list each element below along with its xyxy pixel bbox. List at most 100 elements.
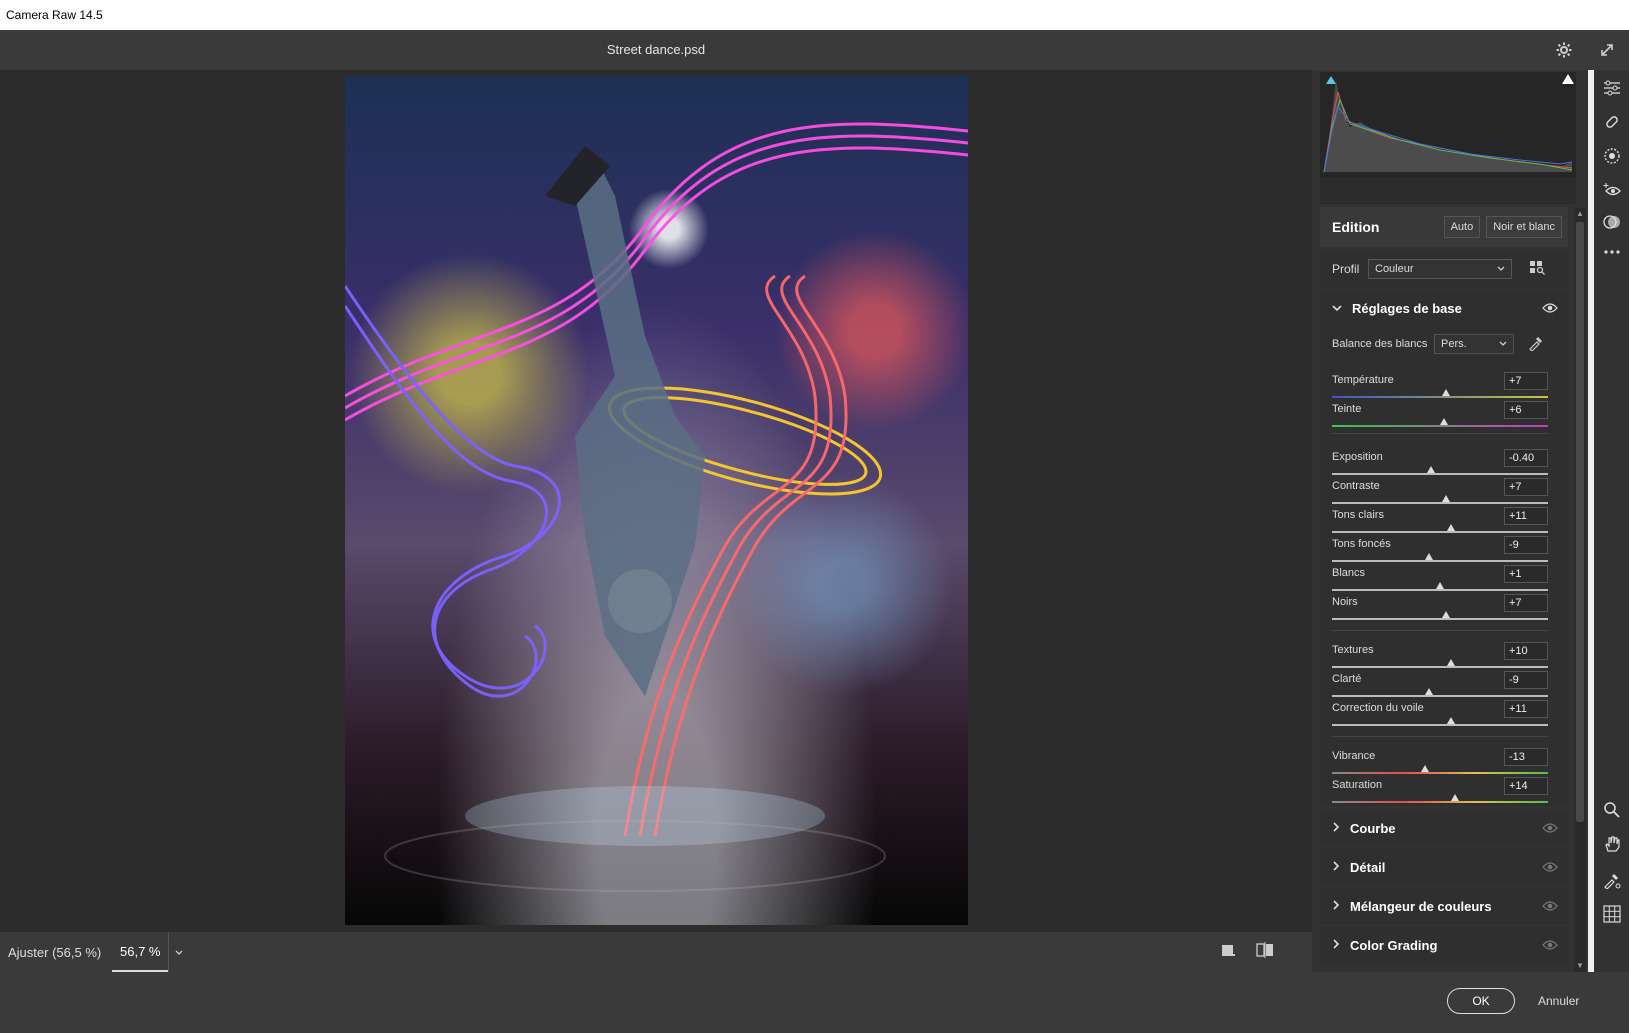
before-after-view-icon[interactable] xyxy=(1256,942,1274,961)
healing-brush-icon[interactable] xyxy=(1602,112,1622,132)
slider-thumb[interactable] xyxy=(1427,466,1436,473)
section-divider xyxy=(1332,630,1548,631)
slider-thumb[interactable] xyxy=(1425,688,1434,695)
chevron-down-icon xyxy=(175,945,183,959)
section-header[interactable]: Color Grading xyxy=(1320,927,1568,963)
slider-value-input[interactable]: -0.40 xyxy=(1504,449,1548,467)
profile-select-value: Couleur xyxy=(1375,263,1414,275)
eye-icon[interactable] xyxy=(1542,939,1558,951)
more-icon[interactable] xyxy=(1602,242,1622,262)
slider-track[interactable] xyxy=(1332,502,1548,504)
red-eye-icon[interactable] xyxy=(1602,180,1622,200)
slider-track[interactable] xyxy=(1332,695,1548,697)
slider-value-input[interactable]: +7 xyxy=(1504,594,1548,612)
zoom-fit-button[interactable]: Ajuster (56,5 %) xyxy=(0,945,112,960)
chevron-right-icon xyxy=(1332,821,1340,835)
slider-track[interactable] xyxy=(1332,772,1548,774)
slider-thumb[interactable] xyxy=(1451,794,1460,801)
profile-row: Profil Couleur xyxy=(1320,250,1568,288)
masking-icon[interactable] xyxy=(1602,146,1622,166)
black-white-button[interactable]: Noir et blanc xyxy=(1486,216,1562,238)
profile-browser-icon[interactable] xyxy=(1530,260,1546,278)
slider-value-input[interactable]: +11 xyxy=(1504,700,1548,718)
slider-thumb[interactable] xyxy=(1446,524,1455,531)
slider-thumb[interactable] xyxy=(1446,717,1455,724)
section-header[interactable]: Courbe xyxy=(1320,810,1568,846)
slider-track[interactable] xyxy=(1332,801,1548,803)
eye-icon[interactable] xyxy=(1542,302,1558,314)
grid-overlay-icon[interactable] xyxy=(1602,904,1622,924)
scrollbar-thumb[interactable] xyxy=(1576,222,1584,822)
slider-label: Teinte xyxy=(1332,403,1362,415)
basic-section-header[interactable]: Réglages de base xyxy=(1320,290,1568,326)
zoom-icon[interactable] xyxy=(1602,800,1622,820)
canvas-area[interactable] xyxy=(0,70,1312,932)
cancel-button[interactable]: Annuler xyxy=(1538,988,1579,1014)
section-header[interactable]: Détail xyxy=(1320,849,1568,885)
zoom-dropdown[interactable] xyxy=(168,932,188,972)
single-view-icon[interactable] xyxy=(1220,942,1236,961)
slider-track[interactable] xyxy=(1332,396,1548,398)
slider-thumb[interactable] xyxy=(1436,582,1444,589)
chevron-down-icon xyxy=(1499,338,1507,350)
slider-label: Tons foncés xyxy=(1332,538,1391,550)
slider-thumb[interactable] xyxy=(1440,418,1449,425)
slider-value-input[interactable]: +14 xyxy=(1504,777,1548,795)
slider-track[interactable] xyxy=(1332,473,1548,475)
slider-thumb[interactable] xyxy=(1446,659,1455,666)
slider-track[interactable] xyxy=(1332,589,1548,591)
slider-track[interactable] xyxy=(1332,425,1548,427)
slider-row: Blancs +1 xyxy=(1332,565,1548,595)
eye-icon[interactable] xyxy=(1542,900,1558,912)
slider-value-input[interactable]: +6 xyxy=(1504,401,1548,419)
eye-icon[interactable] xyxy=(1542,861,1558,873)
panel-scrollbar[interactable]: ▲ ▼ xyxy=(1574,208,1586,972)
presets-icon[interactable] xyxy=(1602,212,1622,232)
slider-label: Noirs xyxy=(1332,596,1358,608)
slider-value-input[interactable]: -9 xyxy=(1504,536,1548,554)
slider-track[interactable] xyxy=(1332,618,1548,620)
slider-label: Blancs xyxy=(1332,567,1366,579)
slider-track[interactable] xyxy=(1332,666,1548,668)
chevron-down-icon xyxy=(1332,301,1342,315)
slider-thumb[interactable] xyxy=(1442,495,1451,502)
slider-thumb[interactable] xyxy=(1425,553,1434,560)
slider-value-input[interactable]: -13 xyxy=(1504,748,1548,766)
white-balance-select[interactable]: Pers. xyxy=(1434,334,1514,354)
slider-value-input[interactable]: +11 xyxy=(1504,507,1548,525)
fullscreen-icon[interactable] xyxy=(1597,40,1617,60)
slider-value-input[interactable]: +7 xyxy=(1504,478,1548,496)
slider-track[interactable] xyxy=(1332,560,1548,562)
eye-icon[interactable] xyxy=(1542,822,1558,834)
edit-title: Edition xyxy=(1332,219,1380,235)
slider-value-input[interactable]: -9 xyxy=(1504,671,1548,689)
auto-button[interactable]: Auto xyxy=(1443,216,1481,238)
slider-value-input[interactable]: +7 xyxy=(1504,372,1548,390)
window-title: Camera Raw 14.5 xyxy=(6,8,103,22)
section-header[interactable]: Mélangeur de couleurs xyxy=(1320,888,1568,924)
slider-thumb[interactable] xyxy=(1420,765,1429,772)
profile-select[interactable]: Couleur xyxy=(1368,259,1512,279)
slider-thumb[interactable] xyxy=(1442,389,1451,396)
slider-value-input[interactable]: +1 xyxy=(1504,565,1548,583)
slider-value-input[interactable]: +10 xyxy=(1504,642,1548,660)
slider-track[interactable] xyxy=(1332,531,1548,533)
ok-button[interactable]: OK xyxy=(1447,988,1515,1014)
scroll-up-icon[interactable]: ▲ xyxy=(1574,208,1586,220)
scroll-down-icon[interactable]: ▼ xyxy=(1574,960,1586,972)
os-titlebar: Camera Raw 14.5 xyxy=(0,0,1629,30)
chevron-right-icon xyxy=(1332,899,1340,913)
collapsed-section: Détail xyxy=(1320,849,1568,885)
section-title: Courbe xyxy=(1350,820,1396,836)
slider-row: Saturation +14 xyxy=(1332,777,1548,807)
eyedropper-icon[interactable] xyxy=(1528,335,1544,354)
color-sampler-icon[interactable] xyxy=(1602,870,1622,890)
slider-track[interactable] xyxy=(1332,724,1548,726)
zoom-value[interactable]: 56,7 % xyxy=(112,932,169,972)
slider-thumb[interactable] xyxy=(1442,611,1451,618)
edit-sliders-icon[interactable] xyxy=(1602,78,1622,98)
section-title: Mélangeur de couleurs xyxy=(1350,898,1492,914)
gear-icon[interactable] xyxy=(1554,40,1574,60)
hand-icon[interactable] xyxy=(1602,834,1622,854)
photo-preview[interactable] xyxy=(345,76,968,925)
